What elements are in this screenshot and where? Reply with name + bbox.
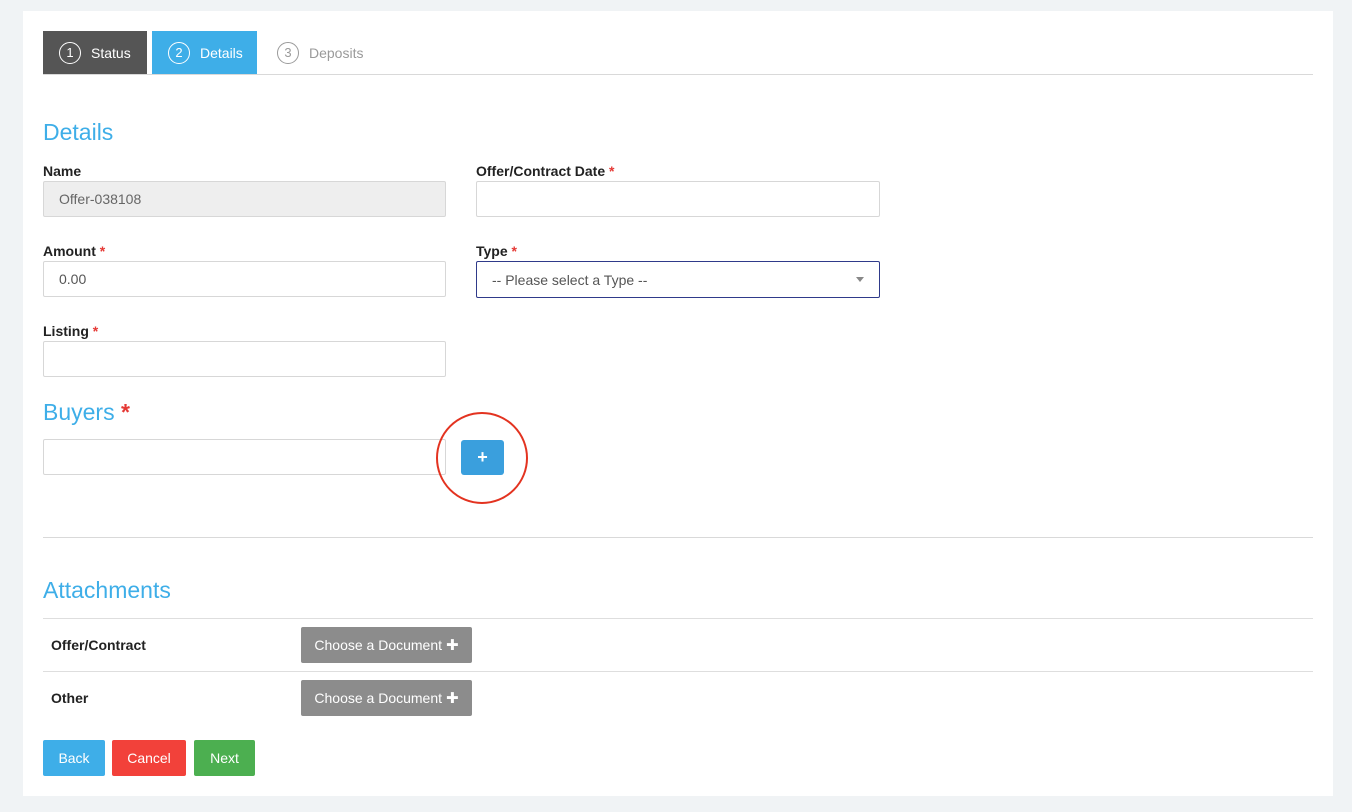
attachment-label-other: Other <box>51 690 89 706</box>
attachments-title: Attachments <box>43 577 171 603</box>
type-select-value: -- Please select a Type -- <box>492 271 648 288</box>
buyers-title-text: Buyers <box>43 399 115 425</box>
step-number-2: 2 <box>168 41 190 64</box>
choose-document-button-offer-contract[interactable]: Choose a Document ✚ <box>301 627 472 663</box>
step-status[interactable]: 1 Status <box>43 31 147 74</box>
type-label: Type * <box>476 243 517 259</box>
name-label-text: Name <box>43 163 82 179</box>
highlight-circle-annotation <box>436 412 528 504</box>
type-label-text: Type <box>476 243 508 259</box>
choose-document-button-other[interactable]: Choose a Document ✚ <box>301 680 472 716</box>
choose-document-label: Choose a Document <box>314 637 443 653</box>
step-label-deposits: Deposits <box>309 44 364 61</box>
step-label-status: Status <box>91 44 131 61</box>
name-field[interactable]: Offer-038108 <box>43 181 446 217</box>
section-divider <box>43 537 1313 538</box>
plus-icon: ✚ <box>446 637 459 654</box>
buyers-required-mark: * <box>120 399 130 425</box>
plus-icon: ✚ <box>446 690 459 707</box>
chevron-down-icon <box>856 277 864 282</box>
buyers-title: Buyers * <box>43 399 130 426</box>
details-title: Details <box>43 119 114 145</box>
step-number-1: 1 <box>59 41 81 64</box>
listing-field[interactable] <box>43 341 446 377</box>
attachment-row-offer-contract: Offer/Contract Choose a Document ✚ <box>43 618 1313 671</box>
date-required-mark: * <box>609 163 615 179</box>
listing-label-text: Listing <box>43 323 89 339</box>
amount-required-mark: * <box>99 243 106 259</box>
step-number-3: 3 <box>277 41 299 64</box>
offer-form-card: 1 Status 2 Details 3 Deposits Details Na… <box>23 11 1333 796</box>
attachment-row-other: Other Choose a Document ✚ <box>43 671 1313 724</box>
next-button[interactable]: Next <box>194 740 255 776</box>
listing-label: Listing * <box>43 323 98 339</box>
offer-contract-date-field[interactable] <box>476 181 880 217</box>
name-label: Name <box>43 163 81 179</box>
step-label-details: Details <box>200 44 243 61</box>
step-details[interactable]: 2 Details <box>152 31 257 74</box>
date-label: Offer/Contract Date * <box>476 163 614 179</box>
listing-required-mark: * <box>92 323 99 339</box>
buyers-input[interactable] <box>43 439 446 475</box>
type-select[interactable]: -- Please select a Type -- <box>476 261 880 298</box>
step-deposits[interactable]: 3 Deposits <box>277 31 397 74</box>
amount-label: Amount * <box>43 243 105 259</box>
wizard-steps: 1 Status 2 Details 3 Deposits <box>43 31 1313 75</box>
cancel-button[interactable]: Cancel <box>112 740 186 776</box>
type-required-mark: * <box>511 243 517 259</box>
date-label-text: Offer/Contract Date <box>476 163 606 179</box>
attachment-label-offer-contract: Offer/Contract <box>51 637 146 653</box>
amount-label-text: Amount <box>43 243 96 259</box>
amount-field[interactable]: 0.00 <box>43 261 446 297</box>
back-button[interactable]: Back <box>43 740 105 776</box>
choose-document-label: Choose a Document <box>314 690 443 706</box>
